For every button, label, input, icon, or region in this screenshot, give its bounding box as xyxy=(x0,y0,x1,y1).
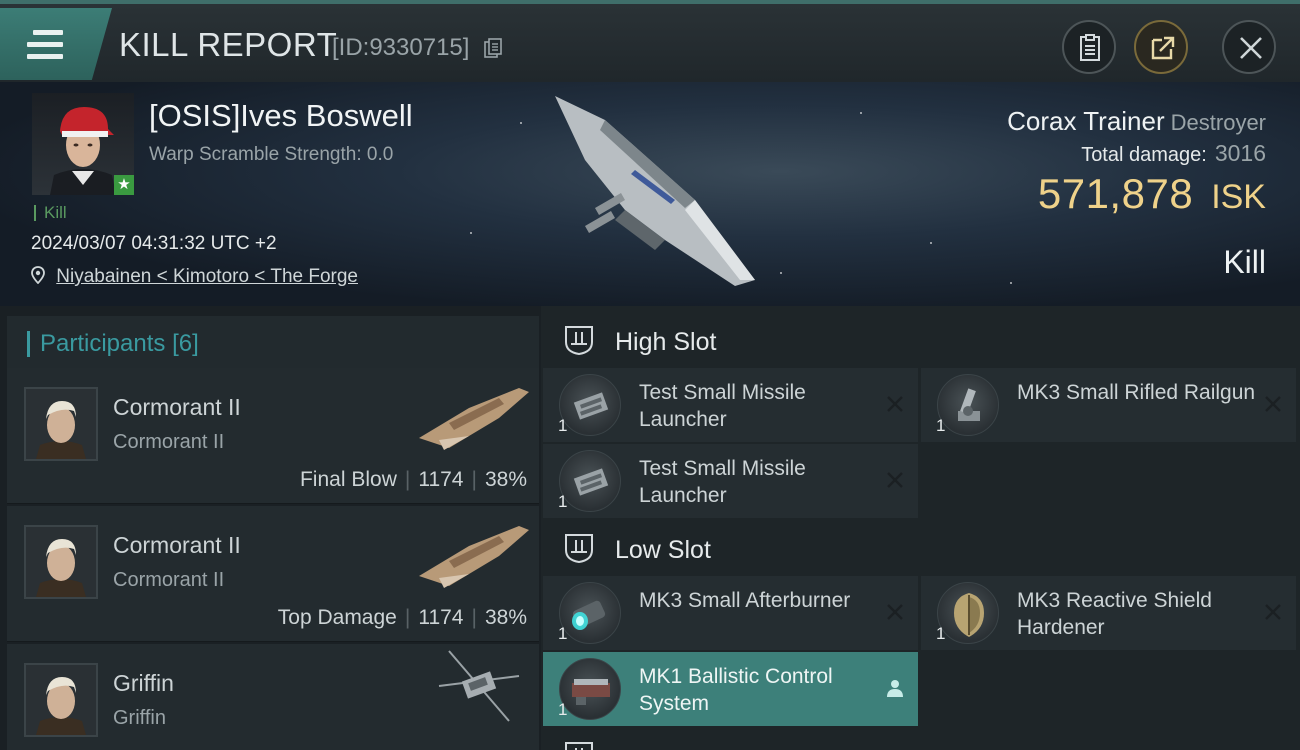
person-icon xyxy=(887,680,903,697)
top-bar: KILL REPORT [ID:9330715] xyxy=(0,0,1300,82)
victim-ship-info: Corax Trainer Destroyer xyxy=(1007,106,1266,137)
page-title: KILL REPORT xyxy=(119,26,338,63)
participants-title-label: Participants xyxy=(40,330,166,357)
copy-icon[interactable] xyxy=(484,38,502,58)
location-pin-icon xyxy=(31,266,45,285)
participants-header: Participants [6] xyxy=(7,316,539,372)
module-item[interactable]: 1 MK3 Small Rifled Railgun xyxy=(921,368,1296,442)
participant-ship-image xyxy=(419,388,529,450)
total-damage: Total damage: 3016 xyxy=(1081,140,1266,167)
missile-launcher-icon xyxy=(559,450,621,512)
module-quantity: 1 xyxy=(936,416,946,435)
location-link[interactable]: Niyabainen < Kimotoro < The Forge xyxy=(56,266,358,287)
isk-value-row: 571,878 ISK xyxy=(1038,170,1266,218)
kill-tag: Kill xyxy=(34,204,67,221)
module-name: MK1 Ballistic Control System xyxy=(639,665,833,715)
close-button[interactable] xyxy=(1222,20,1276,74)
isk-value: 571,878 xyxy=(1037,170,1194,217)
participant-ship-name: Griffin xyxy=(113,670,174,696)
participant-damage: 1174 xyxy=(418,606,464,629)
participant-card[interactable]: Cormorant II Cormorant II Final Blow | 117… xyxy=(7,368,539,504)
participant-ship-type: Griffin xyxy=(113,707,166,729)
module-name: MK3 Small Afterburner xyxy=(639,589,851,612)
participant-stats: Final Blow | 1174 | 38% xyxy=(299,468,527,491)
participants-count: [6] xyxy=(172,330,199,357)
module-quantity: 1 xyxy=(936,624,946,643)
kill-location: Niyabainen < Kimotoro < The Forge xyxy=(31,266,358,288)
participant-damage: 1174 xyxy=(418,468,464,491)
module-name: MK3 Reactive Shield Hardener xyxy=(1017,589,1212,639)
warp-scramble-strength: Warp Scramble Strength: 0.0 xyxy=(149,144,394,165)
clipboard-button[interactable] xyxy=(1062,20,1116,74)
mid-slot-icon xyxy=(565,742,593,750)
module-quantity: 1 xyxy=(558,700,568,719)
victim-ship-image xyxy=(555,96,755,286)
clipboard-icon xyxy=(1080,34,1100,61)
victim-banner: ★ [OSIS]Ives Boswell Warp Scramble Stren… xyxy=(0,82,1300,306)
low-slot-icon xyxy=(565,534,593,564)
total-damage-value: 3016 xyxy=(1214,140,1266,166)
participant-ship-name: Cormorant II xyxy=(113,394,241,420)
report-id: [ID:9330715] xyxy=(332,34,470,61)
kill-datetime: 2024/03/07 04:31:32 UTC +2 xyxy=(31,233,277,254)
module-item[interactable]: 1 Test Small Missile Launcher xyxy=(543,368,918,442)
participant-ship-type: Cormorant II xyxy=(113,431,225,453)
share-button[interactable] xyxy=(1134,20,1188,74)
share-icon xyxy=(1151,36,1175,60)
participant-ship-image xyxy=(438,650,520,722)
victim-ship-class: Destroyer xyxy=(1170,110,1266,135)
close-icon xyxy=(1240,37,1262,59)
participant-card[interactable]: Griffin Griffin xyxy=(7,644,539,750)
participant-ship-type: Cormorant II xyxy=(113,569,225,591)
participants-panel: Participants [6] Cormorant II Cormorant … xyxy=(0,306,541,750)
railgun-icon xyxy=(937,374,999,436)
mid-slot-header xyxy=(543,726,1300,750)
participant-ship-image xyxy=(419,526,529,588)
module-quantity: 1 xyxy=(558,624,568,643)
high-slot-icon xyxy=(565,326,593,356)
module-name: Test Small Missile Launcher xyxy=(639,457,806,507)
module-quantity: 1 xyxy=(558,416,568,435)
high-slot-title: High Slot xyxy=(615,328,717,356)
destroyed-icon xyxy=(887,604,903,620)
ballistic-control-icon xyxy=(559,658,621,720)
victim-name[interactable]: [OSIS]Ives Boswell xyxy=(149,98,413,134)
shield-hardener-icon xyxy=(937,582,999,644)
module-item[interactable]: 1 MK1 Ballistic Control System xyxy=(543,652,918,726)
participant-percent: 38% xyxy=(484,606,527,629)
menu-button[interactable] xyxy=(0,8,112,80)
low-slot-header: Low Slot xyxy=(543,518,1300,576)
star-icon: ★ xyxy=(114,175,134,195)
participants-title: Participants [6] xyxy=(27,331,199,357)
module-item[interactable]: 1 Test Small Missile Launcher xyxy=(543,444,918,518)
low-slot-title: Low Slot xyxy=(615,536,711,564)
destroyed-icon xyxy=(1265,396,1281,412)
kill-result: Kill xyxy=(1223,244,1266,280)
module-name: Test Small Missile Launcher xyxy=(639,381,806,431)
high-slot-header: High Slot xyxy=(543,310,1300,368)
pilot-avatar xyxy=(24,663,98,737)
victim-ship-name[interactable]: Corax Trainer xyxy=(1007,106,1165,136)
participant-percent: 38% xyxy=(484,468,527,491)
total-damage-label: Total damage: xyxy=(1081,144,1207,166)
participant-card[interactable]: Cormorant II Cormorant II Top Damage | 117… xyxy=(7,506,539,642)
destroyed-icon xyxy=(887,396,903,412)
participant-stats: Top Damage | 1174 | 38% xyxy=(277,606,527,629)
missile-launcher-icon xyxy=(559,374,621,436)
module-quantity: 1 xyxy=(558,492,568,511)
participant-ship-name: Cormorant II xyxy=(113,532,241,558)
participant-tag: Top Damage xyxy=(277,606,397,629)
module-item[interactable]: 1 MK3 Reactive Shield Hardener xyxy=(921,576,1296,650)
hamburger-icon xyxy=(27,30,63,66)
participant-tag: Final Blow xyxy=(299,468,397,491)
afterburner-icon xyxy=(559,582,621,644)
destroyed-icon xyxy=(887,472,903,488)
isk-unit: ISK xyxy=(1211,178,1266,216)
module-name: MK3 Small Rifled Railgun xyxy=(1017,381,1256,404)
destroyed-icon xyxy=(1265,604,1281,620)
fitting-panel: High Slot 1 Test Small Missile Launcher … xyxy=(541,306,1300,750)
module-item[interactable]: 1 MK3 Small Afterburner xyxy=(543,576,918,650)
pilot-avatar xyxy=(24,525,98,599)
pilot-avatar xyxy=(24,387,98,461)
